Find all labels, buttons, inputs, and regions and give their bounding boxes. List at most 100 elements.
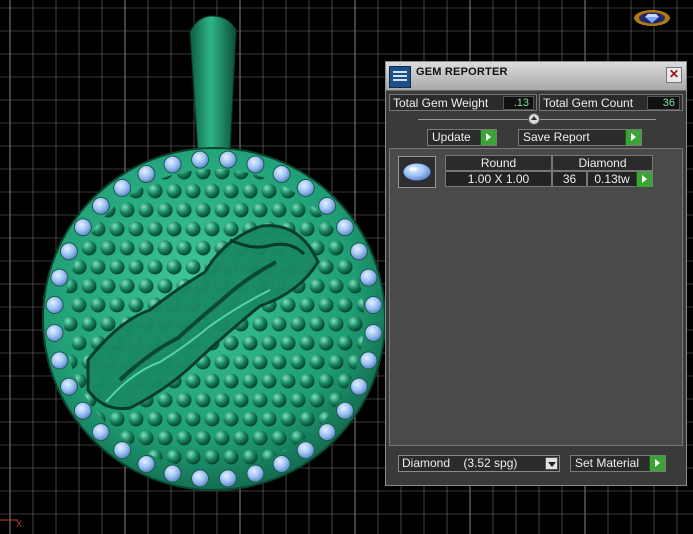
round-gem[interactable] (364, 323, 383, 342)
bead (233, 430, 249, 446)
bead (176, 202, 192, 218)
bead (242, 373, 258, 389)
bead (337, 297, 353, 313)
dropdown-arrow-icon (545, 457, 558, 470)
bead (252, 354, 268, 370)
round-gem[interactable] (359, 351, 378, 370)
round-gem[interactable] (113, 178, 132, 197)
bead (138, 240, 154, 256)
round-gem[interactable] (336, 218, 355, 237)
round-gem[interactable] (318, 196, 337, 215)
bead (90, 259, 106, 275)
bead (176, 392, 192, 408)
bead (252, 202, 268, 218)
bead (100, 316, 116, 332)
round-gem[interactable] (191, 469, 210, 488)
bead (299, 297, 315, 313)
round-gem-icon[interactable] (398, 156, 436, 188)
panel-titlebar[interactable]: GEM REPORTER ✕ (386, 62, 686, 91)
bead (100, 240, 116, 256)
bead (261, 373, 277, 389)
round-gem[interactable] (246, 464, 265, 483)
bead (290, 354, 306, 370)
round-gem[interactable] (296, 178, 315, 197)
bead (242, 335, 258, 351)
bead (109, 411, 125, 427)
gem-reporter-logo-icon (389, 66, 411, 88)
bead (356, 449, 364, 465)
material-select-value: Diamond (3.52 spg) (402, 456, 518, 470)
gem-row-go-button[interactable] (636, 171, 653, 187)
bead (309, 316, 325, 332)
bead (138, 202, 154, 218)
material-select[interactable]: Diamond (3.52 spg) (398, 455, 560, 472)
round-gem[interactable] (296, 441, 315, 460)
bead (337, 335, 353, 351)
bead (81, 316, 97, 332)
axis-indicator: X (0, 519, 22, 529)
set-material-button-label: Set Material (575, 456, 640, 470)
round-gem[interactable] (350, 242, 369, 261)
column-header-shape: Round (445, 155, 552, 171)
bead (147, 183, 163, 199)
bead (356, 183, 364, 199)
bead (204, 221, 220, 237)
bead (185, 259, 201, 275)
round-gem[interactable] (91, 423, 110, 442)
bead (242, 449, 258, 465)
bead (233, 354, 249, 370)
round-gem[interactable] (59, 377, 78, 396)
round-gem[interactable] (50, 268, 69, 287)
bead (280, 411, 296, 427)
round-gem[interactable] (191, 150, 210, 169)
slider-knob-icon[interactable] (528, 113, 540, 125)
round-gem[interactable] (218, 469, 237, 488)
bead (318, 297, 334, 313)
round-gem[interactable] (50, 351, 69, 370)
round-gem[interactable] (73, 218, 92, 237)
round-gem[interactable] (137, 455, 156, 474)
round-gem[interactable] (163, 464, 182, 483)
bead (309, 278, 325, 294)
round-gem[interactable] (364, 296, 383, 315)
round-gem[interactable] (350, 377, 369, 396)
bead (100, 169, 116, 180)
bead (214, 392, 230, 408)
bead (138, 430, 154, 446)
set-material-button[interactable]: Set Material (570, 455, 666, 472)
round-gem[interactable] (272, 164, 291, 183)
save-report-button[interactable]: Save Report (518, 129, 642, 146)
bead (299, 373, 315, 389)
close-icon[interactable]: ✕ (666, 67, 682, 83)
bead (195, 202, 211, 218)
update-button[interactable]: Update (427, 129, 497, 146)
round-gem[interactable] (359, 268, 378, 287)
round-gem[interactable] (137, 164, 156, 183)
bead (223, 221, 239, 237)
bail (189, 15, 237, 158)
round-gem[interactable] (45, 296, 64, 315)
round-gem[interactable] (336, 401, 355, 420)
bead (195, 392, 211, 408)
round-gem[interactable] (113, 441, 132, 460)
round-gem[interactable] (318, 423, 337, 442)
total-gem-weight-label: Total Gem Weight (393, 96, 489, 110)
round-gem[interactable] (272, 455, 291, 474)
round-gem[interactable] (45, 323, 64, 342)
total-gem-count-value: 36 (647, 96, 680, 110)
bead (157, 430, 173, 446)
round-gem[interactable] (59, 242, 78, 261)
round-gem[interactable] (91, 196, 110, 215)
bead (271, 354, 287, 370)
bead (337, 183, 353, 199)
round-gem[interactable] (73, 401, 92, 420)
round-gem[interactable] (163, 155, 182, 174)
bead (318, 259, 334, 275)
bead (185, 221, 201, 237)
gem-reporter-panel: GEM REPORTER ✕ Total Gem Weight .13 Tota… (385, 61, 687, 486)
round-gem[interactable] (218, 150, 237, 169)
bead (261, 335, 277, 351)
bead (119, 202, 135, 218)
round-gem[interactable] (246, 155, 265, 174)
bead (176, 430, 192, 446)
